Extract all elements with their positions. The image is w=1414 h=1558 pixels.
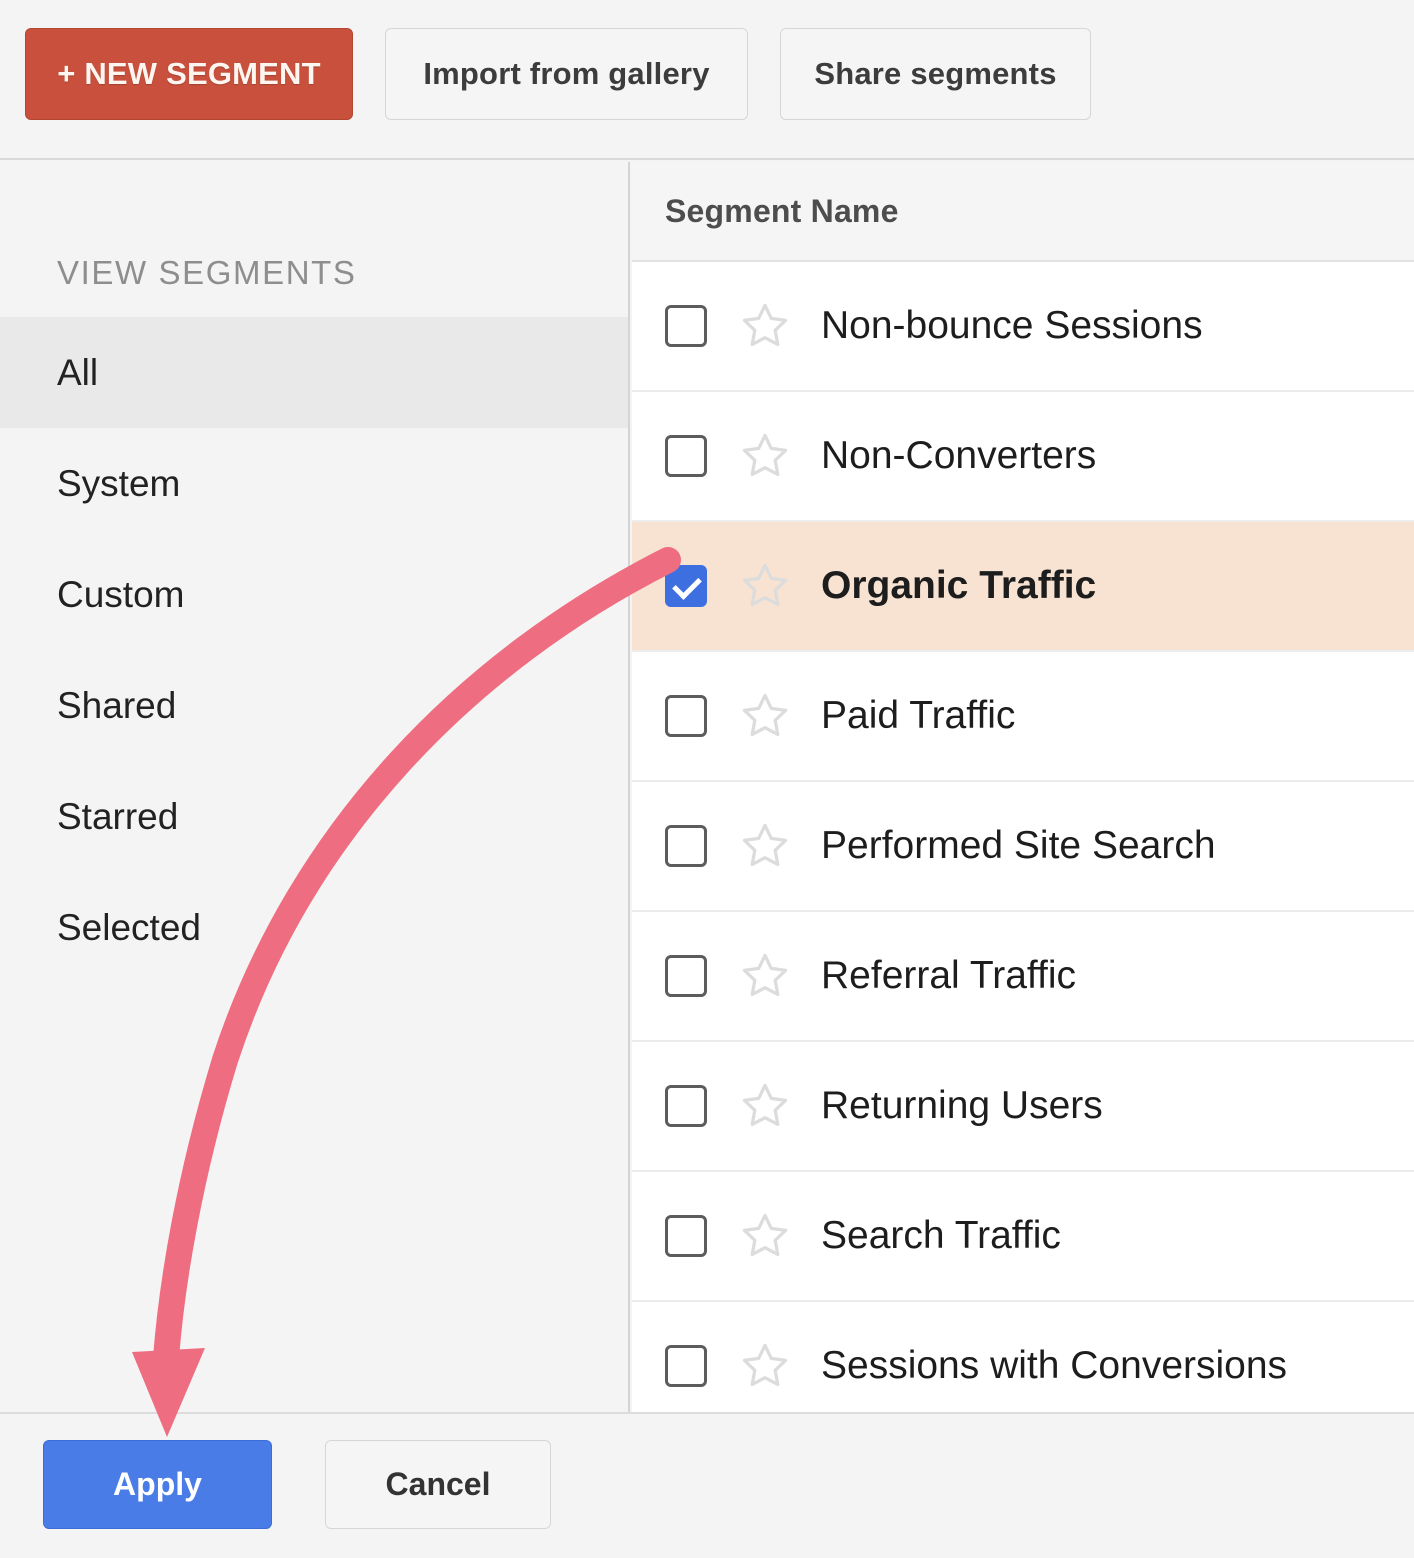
segment-checkbox[interactable] — [665, 1085, 707, 1127]
sidebar-item-all[interactable]: All — [0, 317, 628, 428]
table-row[interactable]: Performed Site Search — [632, 782, 1414, 912]
segment-checkbox[interactable] — [665, 305, 707, 347]
star-icon[interactable] — [739, 560, 791, 612]
segment-rows: Non-bounce Sessions Non-Converters Organic… — [632, 262, 1414, 1412]
segment-name-label: Non-bounce Sessions — [821, 304, 1203, 348]
apply-button[interactable]: Apply — [43, 1440, 272, 1529]
star-icon[interactable] — [739, 690, 791, 742]
sidebar-item-label: Starred — [57, 796, 178, 838]
table-row[interactable]: Returning Users — [632, 1042, 1414, 1172]
segment-name-label: Referral Traffic — [821, 954, 1076, 998]
segment-name-label: Sessions with Conversions — [821, 1344, 1287, 1388]
star-icon[interactable] — [739, 1080, 791, 1132]
sidebar-item-label: Shared — [57, 685, 176, 727]
new-segment-button[interactable]: + NEW SEGMENT — [25, 28, 353, 120]
segment-name-label: Organic Traffic — [821, 564, 1096, 608]
segment-list-header: Segment Name — [632, 162, 1414, 262]
segment-checkbox[interactable] — [665, 565, 707, 607]
sidebar-item-label: System — [57, 463, 180, 505]
star-icon[interactable] — [739, 430, 791, 482]
table-row[interactable]: Search Traffic — [632, 1172, 1414, 1302]
segment-name-label: Paid Traffic — [821, 694, 1015, 738]
table-row[interactable]: Sessions with Conversions — [632, 1302, 1414, 1412]
segment-checkbox[interactable] — [665, 435, 707, 477]
sidebar-item-custom[interactable]: Custom — [0, 539, 628, 650]
segment-checkbox[interactable] — [665, 1215, 707, 1257]
star-icon[interactable] — [739, 820, 791, 872]
sidebar-item-selected[interactable]: Selected — [0, 872, 628, 983]
dialog-footer: Apply Cancel — [0, 1412, 1414, 1558]
segment-checkbox[interactable] — [665, 955, 707, 997]
segment-checkbox[interactable] — [665, 1345, 707, 1387]
cancel-button[interactable]: Cancel — [325, 1440, 551, 1529]
segment-name-label: Non-Converters — [821, 434, 1096, 478]
segment-checkbox[interactable] — [665, 695, 707, 737]
segment-checkbox[interactable] — [665, 825, 707, 867]
segment-name-column-header: Segment Name — [665, 193, 899, 230]
star-icon[interactable] — [739, 1210, 791, 1262]
star-icon[interactable] — [739, 1340, 791, 1392]
sidebar-item-label: All — [57, 352, 98, 394]
star-icon[interactable] — [739, 300, 791, 352]
sidebar-item-label: Custom — [57, 574, 184, 616]
table-row[interactable]: Non-Converters — [632, 392, 1414, 522]
sidebar-item-label: Selected — [57, 907, 201, 949]
sidebar-item-shared[interactable]: Shared — [0, 650, 628, 761]
table-row[interactable]: Paid Traffic — [632, 652, 1414, 782]
sidebar-heading: VIEW SEGMENTS — [57, 254, 357, 292]
import-from-gallery-button[interactable]: Import from gallery — [385, 28, 748, 120]
segment-name-label: Performed Site Search — [821, 824, 1216, 868]
view-segments-sidebar: VIEW SEGMENTS All System Custom Shared Starr… — [0, 162, 630, 1412]
sidebar-item-system[interactable]: System — [0, 428, 628, 539]
share-segments-button[interactable]: Share segments — [780, 28, 1091, 120]
table-row[interactable]: Non-bounce Sessions — [632, 262, 1414, 392]
top-toolbar: + NEW SEGMENT Import from gallery Share … — [0, 0, 1414, 160]
segment-list-panel: Segment Name Non-bounce Sessions Non-Conv… — [632, 162, 1414, 1412]
table-row[interactable]: Organic Traffic — [632, 522, 1414, 652]
segment-name-label: Search Traffic — [821, 1214, 1061, 1258]
table-row[interactable]: Referral Traffic — [632, 912, 1414, 1042]
segment-name-label: Returning Users — [821, 1084, 1103, 1128]
sidebar-item-starred[interactable]: Starred — [0, 761, 628, 872]
star-icon[interactable] — [739, 950, 791, 1002]
